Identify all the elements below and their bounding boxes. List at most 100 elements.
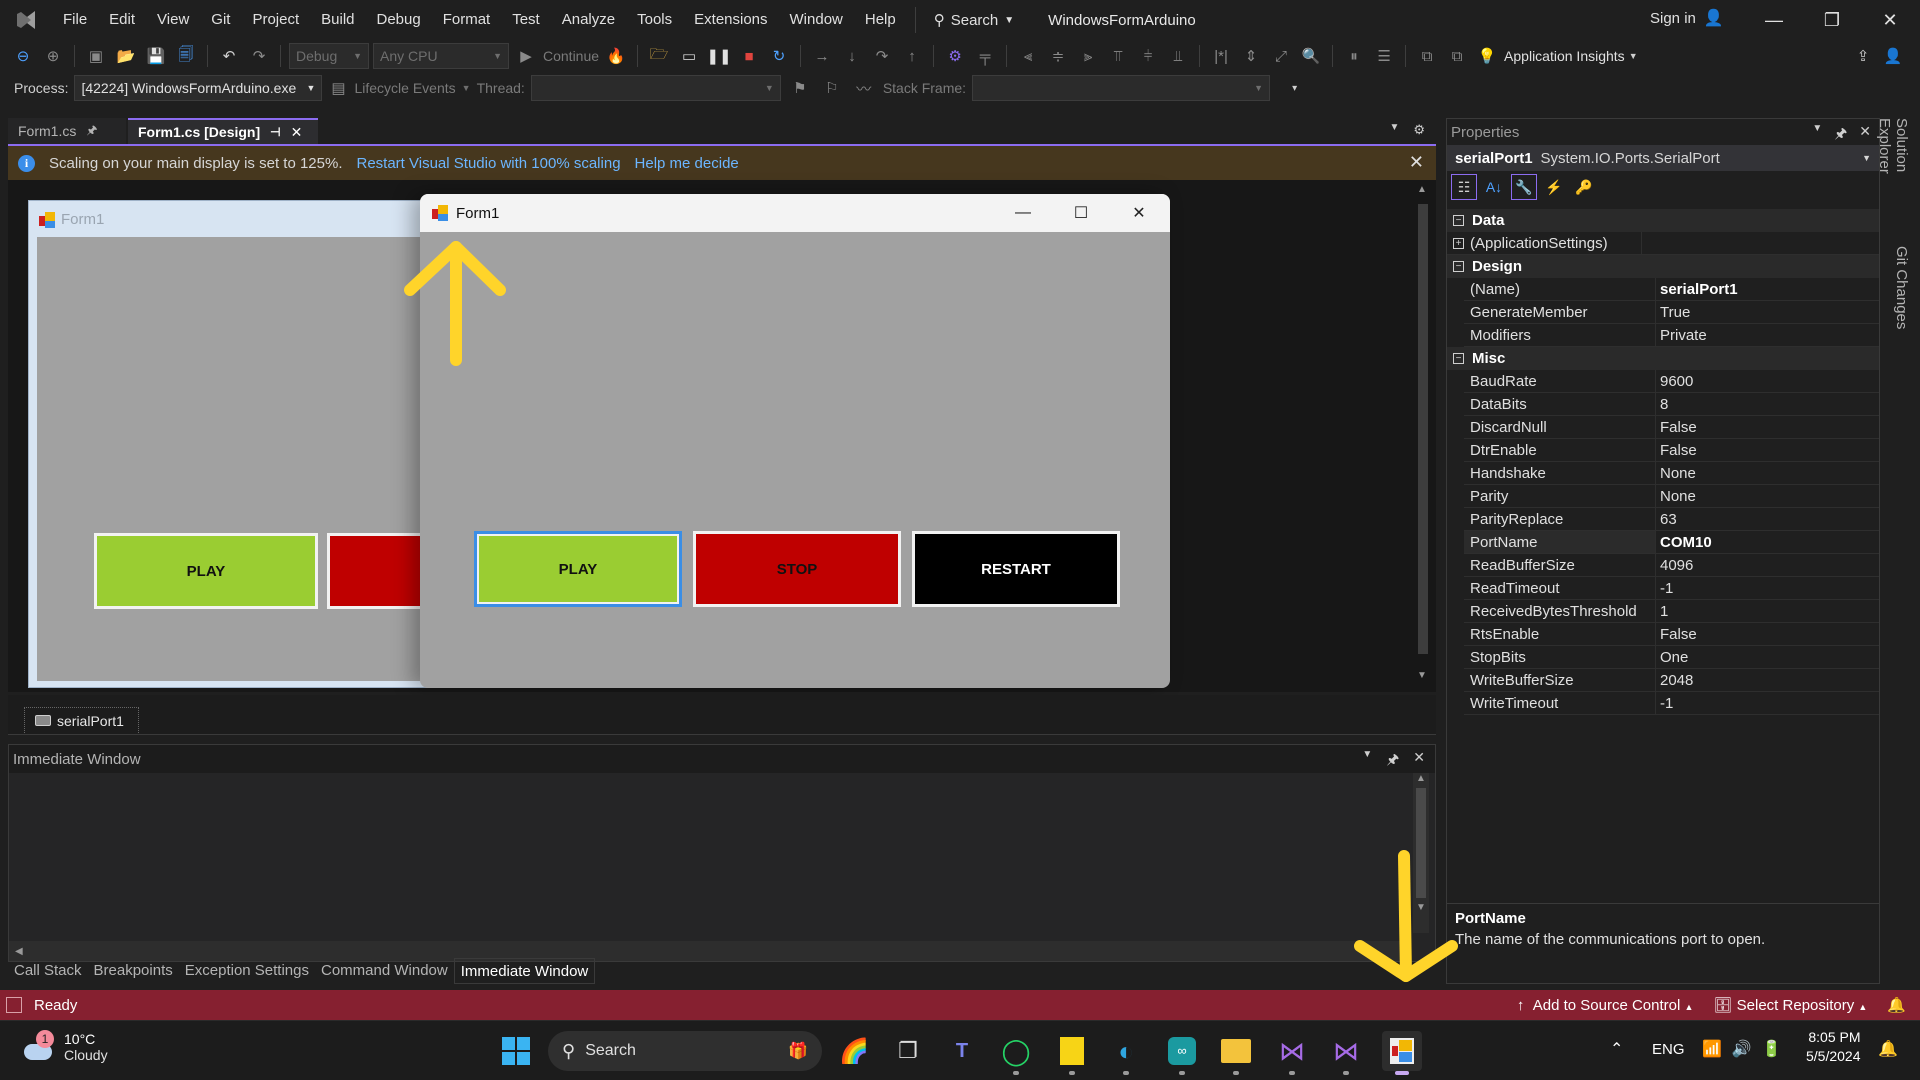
stack-frame-select[interactable]: ▼ xyxy=(972,75,1271,101)
property-row[interactable]: ReadBufferSize 4096 xyxy=(1464,554,1879,577)
designer-vertical-scrollbar[interactable]: ▲ ▼ xyxy=(1414,180,1430,692)
flag-threads-icon[interactable]: ⚐ xyxy=(819,75,845,101)
menu-view[interactable]: View xyxy=(146,0,200,40)
property-row[interactable]: StopBits One xyxy=(1464,646,1879,669)
step-out-icon[interactable]: ↑ xyxy=(899,43,925,69)
winforms-app-icon[interactable] xyxy=(1382,1031,1422,1075)
diagnostic-tools-icon[interactable]: ⚙ xyxy=(942,43,968,69)
property-value[interactable]: 2048 xyxy=(1656,669,1879,691)
thread-select[interactable]: ▼ xyxy=(530,75,781,101)
help-me-decide-link[interactable]: Help me decide xyxy=(635,155,739,172)
align-rights-icon[interactable]: ⫸ xyxy=(1075,43,1101,69)
break-all-icon[interactable]: ❚❚ xyxy=(706,43,732,69)
restore-button[interactable]: ❐ xyxy=(1803,0,1861,40)
property-row[interactable]: Modifiers Private xyxy=(1464,324,1879,347)
property-row[interactable]: PortName COM10 xyxy=(1464,531,1879,554)
settings-gear-icon[interactable]: ⚙ xyxy=(1413,122,1425,138)
weather-widget[interactable]: 1 10°C Cloudy xyxy=(22,1030,108,1063)
restart-100-scaling-link[interactable]: Restart Visual Studio with 100% scaling xyxy=(357,155,621,172)
close-panel-icon[interactable]: ✕ xyxy=(1413,749,1425,773)
navigate-back-icon[interactable]: ⊖ xyxy=(10,43,36,69)
close-tab-icon[interactable]: ✕ xyxy=(291,124,303,141)
pin-icon[interactable]: ⊣ xyxy=(270,125,280,139)
clock[interactable]: 8:05 PM 5/5/2024 xyxy=(1806,1029,1861,1064)
notifications-bell-icon[interactable]: 🔔 xyxy=(1887,996,1906,1014)
sticky-notes-app-icon[interactable] xyxy=(1052,1031,1092,1075)
property-value[interactable]: COM10 xyxy=(1656,531,1879,553)
arduino-app-icon[interactable]: ∞ xyxy=(1162,1031,1202,1075)
property-row[interactable]: WriteBufferSize 2048 xyxy=(1464,669,1879,692)
undo-icon[interactable]: ↶ xyxy=(216,43,242,69)
align-lefts-icon[interactable]: ⫷ xyxy=(1015,43,1041,69)
property-row[interactable]: ReadTimeout -1 xyxy=(1464,577,1879,600)
whatsapp-app-icon[interactable]: ◯ xyxy=(996,1031,1036,1075)
property-value[interactable]: One xyxy=(1656,646,1879,668)
property-value[interactable]: 9600 xyxy=(1656,370,1879,392)
property-value[interactable] xyxy=(1642,232,1879,254)
step-into-icon[interactable]: ↓ xyxy=(839,43,865,69)
menu-git[interactable]: Git xyxy=(200,0,241,40)
property-value[interactable]: False xyxy=(1656,439,1879,461)
form-close-button[interactable]: ✕ xyxy=(1110,194,1168,232)
property-row[interactable]: + (ApplicationSettings) xyxy=(1447,232,1879,255)
process-select[interactable]: [42224] WindowsFormArduino.exe ▼ xyxy=(74,75,323,101)
tab-call-stack[interactable]: Call Stack xyxy=(8,958,88,984)
solution-configuration-select[interactable]: Debug ▼ xyxy=(289,43,369,69)
live-share-icon[interactable]: ⇪ xyxy=(1850,43,1876,69)
tab-command-window[interactable]: Command Window xyxy=(315,958,454,984)
property-row[interactable]: DiscardNull False xyxy=(1464,416,1879,439)
center-vertically-icon[interactable]: ☰ xyxy=(1371,43,1397,69)
system-tray-icons[interactable]: 📶 🔊 🔋 xyxy=(1702,1039,1782,1059)
tab-immediate-window[interactable]: Immediate Window xyxy=(453,958,596,984)
solution-platform-select[interactable]: Any CPU ▼ xyxy=(373,43,509,69)
property-value[interactable]: serialPort1 xyxy=(1656,278,1879,300)
make-same-height-icon[interactable]: ⇕ xyxy=(1238,43,1264,69)
toggle-flag-icon[interactable]: ⚑ xyxy=(787,75,813,101)
application-insights-button[interactable]: Application Insights xyxy=(1504,48,1625,64)
align-bottoms-icon[interactable]: ⫫ xyxy=(1165,43,1191,69)
restart-icon[interactable]: ↻ xyxy=(766,43,792,69)
send-to-back-icon[interactable]: ⧉ xyxy=(1444,43,1470,69)
menu-help[interactable]: Help xyxy=(854,0,907,40)
pin-icon[interactable]: 🖈 xyxy=(1834,123,1847,147)
close-infobar-icon[interactable]: ✕ xyxy=(1409,152,1424,173)
collapse-icon[interactable]: − xyxy=(1453,261,1464,272)
redo-icon[interactable]: ↷ xyxy=(246,43,272,69)
restart-button[interactable]: RESTART xyxy=(912,531,1120,607)
align-centers-icon[interactable]: ≑ xyxy=(1045,43,1071,69)
property-row[interactable]: DtrEnable False xyxy=(1464,439,1879,462)
step-over-icon[interactable]: ↷ xyxy=(869,43,895,69)
navigate-forward-icon[interactable]: ⊕ xyxy=(40,43,66,69)
category-design[interactable]: − Design xyxy=(1447,255,1879,278)
select-repository-button[interactable]: 🗄 Select Repository ▲ xyxy=(1713,996,1867,1014)
property-value[interactable]: None xyxy=(1656,462,1879,484)
edge-app-icon[interactable]: ◐ xyxy=(1106,1031,1146,1075)
pin-icon[interactable]: 🖈 xyxy=(86,121,97,142)
visual-studio-app-icon[interactable]: ⋈ xyxy=(1326,1031,1366,1075)
property-row[interactable]: Parity None xyxy=(1464,485,1879,508)
menu-format[interactable]: Format xyxy=(432,0,502,40)
property-value[interactable]: False xyxy=(1656,416,1879,438)
design-form-window[interactable]: Form1 PLAY xyxy=(28,200,457,688)
categorized-icon[interactable]: ☷ xyxy=(1451,174,1477,200)
close-button[interactable]: ✕ xyxy=(1861,0,1919,40)
form-minimize-button[interactable]: — xyxy=(994,194,1052,232)
property-value[interactable]: True xyxy=(1656,301,1879,323)
menu-extensions[interactable]: Extensions xyxy=(683,0,778,40)
property-row[interactable]: (Name) serialPort1 xyxy=(1464,278,1879,301)
menu-build[interactable]: Build xyxy=(310,0,365,40)
property-value[interactable]: 63 xyxy=(1656,508,1879,530)
source-control-button[interactable]: ↑ Add to Source Control ▲ xyxy=(1517,997,1694,1014)
alphabetical-icon[interactable]: A↓ xyxy=(1481,174,1507,200)
window-position-dropdown-icon[interactable]: ▼ xyxy=(1362,749,1372,773)
running-form-window[interactable]: Form1 — ☐ ✕ PLAY STOP RESTART xyxy=(420,194,1170,688)
visual-studio-installer-icon[interactable]: ⋈ xyxy=(1272,1031,1312,1075)
taskbar-search[interactable]: ⚲ Search 🎁 xyxy=(548,1031,822,1071)
menu-debug[interactable]: Debug xyxy=(366,0,432,40)
tab-form1-design[interactable]: Form1.cs [Design] ⊣ ✕ xyxy=(128,118,318,144)
continue-button[interactable]: Continue xyxy=(543,48,599,64)
collapse-icon[interactable]: − xyxy=(1453,215,1464,226)
copilot-app-icon[interactable]: 🌈 xyxy=(834,1031,874,1071)
app-window-icon[interactable]: ▭ xyxy=(676,43,702,69)
property-value[interactable]: Private xyxy=(1656,324,1879,346)
